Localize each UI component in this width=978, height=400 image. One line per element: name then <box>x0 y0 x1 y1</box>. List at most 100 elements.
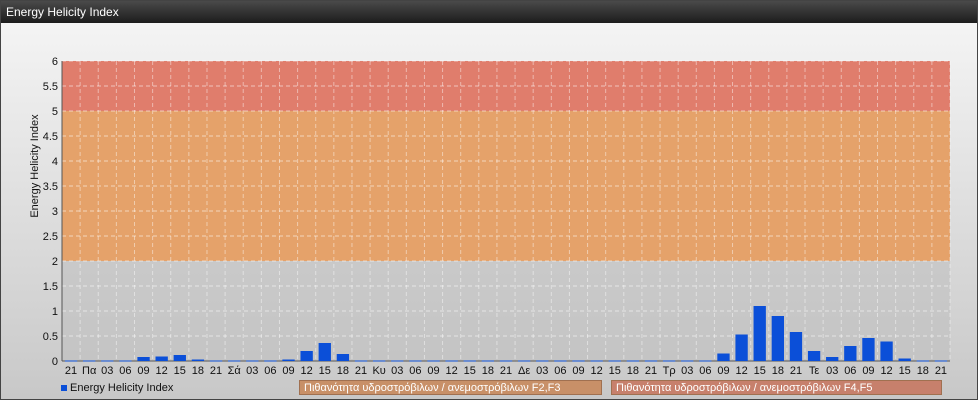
bar <box>771 316 784 361</box>
bar <box>536 360 549 362</box>
bar <box>554 360 567 362</box>
x-tick-label: 06 <box>699 365 711 377</box>
x-tick-label: 15 <box>464 365 476 377</box>
bar <box>336 354 350 361</box>
y-tick-label: 5.5 <box>43 81 58 93</box>
x-tick-label: 21 <box>500 365 512 377</box>
x-tick-label: 09 <box>862 365 874 377</box>
x-tick-label: 12 <box>446 365 458 377</box>
x-tick-label: 03 <box>826 365 838 377</box>
bar <box>427 360 440 362</box>
x-tick-label: 03 <box>391 365 403 377</box>
bar <box>644 360 658 362</box>
x-tick-label: 06 <box>554 365 566 377</box>
bar <box>789 332 803 361</box>
bar <box>119 360 132 362</box>
x-tick-label: Δε <box>518 365 530 377</box>
bar <box>391 360 404 362</box>
legend-series-label: Energy Helicity Index <box>70 382 174 394</box>
bar <box>934 360 948 362</box>
x-tick-label: 21 <box>645 365 657 377</box>
bar <box>626 360 640 362</box>
bar <box>807 351 821 361</box>
x-tick-label: 15 <box>319 365 331 377</box>
x-tick-label: Τε <box>809 365 820 377</box>
x-tick-label: 21 <box>65 365 77 377</box>
bar <box>681 360 694 362</box>
x-tick-label: 18 <box>482 365 494 377</box>
bar <box>844 346 857 361</box>
y-tick-label: 1.5 <box>43 281 58 293</box>
x-tick-label: 18 <box>192 365 204 377</box>
bar <box>826 357 839 361</box>
bar <box>735 334 748 361</box>
bar <box>753 306 766 361</box>
bar <box>916 360 929 362</box>
bar <box>64 360 78 362</box>
bar <box>300 351 313 361</box>
x-tick-label: 12 <box>590 365 602 377</box>
y-tick-label: 6 <box>52 56 58 68</box>
bar <box>699 360 712 362</box>
x-tick-label: 03 <box>101 365 113 377</box>
x-tick-label: 06 <box>844 365 856 377</box>
x-tick-label: 15 <box>754 365 766 377</box>
x-tick-label: 21 <box>355 365 367 377</box>
bar <box>862 338 875 361</box>
x-tick-label: 12 <box>880 365 892 377</box>
x-tick-label: 09 <box>137 365 149 377</box>
y-tick-label: 4.5 <box>43 131 58 143</box>
bar <box>608 360 621 362</box>
x-tick-label: 06 <box>409 365 421 377</box>
ehi-chart: 0 0.5 1 1.5 2 2.5 3 3.5 4 4.5 5 5.5 6 Energy Helicity… <box>29 56 951 377</box>
x-tick-label: 12 <box>156 365 168 377</box>
bar <box>481 360 495 362</box>
chart-panel: Energy Helicity Index 0 0.5 1 1.5 2 2.5 3 3.5 4 4… <box>0 0 978 400</box>
y-tick-label: 2 <box>52 256 58 268</box>
x-tick-label: Σά <box>228 365 242 377</box>
x-tick-label: 09 <box>282 365 294 377</box>
legend-band-f2f3: Πιθανότητα υδροστρόβιλων / ανεμοστρόβιλω… <box>299 380 602 395</box>
bar <box>445 360 458 362</box>
bar <box>499 360 513 362</box>
bar <box>717 353 730 361</box>
legend-series: Energy Helicity Index <box>61 382 173 394</box>
x-tick-label: 21 <box>210 365 222 377</box>
bar <box>463 360 476 362</box>
x-tick-label: 15 <box>899 365 911 377</box>
y-tick-label: 3.5 <box>43 181 58 193</box>
bar <box>318 343 331 361</box>
bar <box>354 360 368 362</box>
x-tick-label: 21 <box>935 365 947 377</box>
x-tick-label: Κυ <box>372 365 385 377</box>
y-tick-label: 0.5 <box>43 331 58 343</box>
bar <box>372 360 386 362</box>
bar <box>662 360 676 362</box>
bar <box>898 358 911 361</box>
x-tick-label: 15 <box>609 365 621 377</box>
bar <box>517 360 531 362</box>
x-tick-label: 09 <box>572 365 584 377</box>
x-tick-label: 03 <box>681 365 693 377</box>
x-tick-label: 18 <box>337 365 349 377</box>
bar <box>264 360 277 362</box>
x-tick-label: Πα <box>82 365 97 377</box>
y-tick-label: 1 <box>52 306 58 318</box>
x-tick-label: 03 <box>536 365 548 377</box>
bar <box>572 360 585 362</box>
bar <box>101 360 114 362</box>
x-tick-label: 18 <box>917 365 929 377</box>
y-tick-label: 4 <box>52 156 58 168</box>
bar <box>246 360 259 362</box>
bar <box>228 360 241 362</box>
bar <box>83 360 96 362</box>
x-tick-label: 06 <box>119 365 131 377</box>
x-tick-label: 18 <box>772 365 784 377</box>
x-tick-label: 12 <box>735 365 747 377</box>
bar <box>173 355 186 361</box>
x-tick-label: 06 <box>264 365 276 377</box>
bar <box>137 357 150 361</box>
x-tick-label: 12 <box>301 365 313 377</box>
bar <box>590 360 603 362</box>
legend-swatch <box>61 385 67 392</box>
